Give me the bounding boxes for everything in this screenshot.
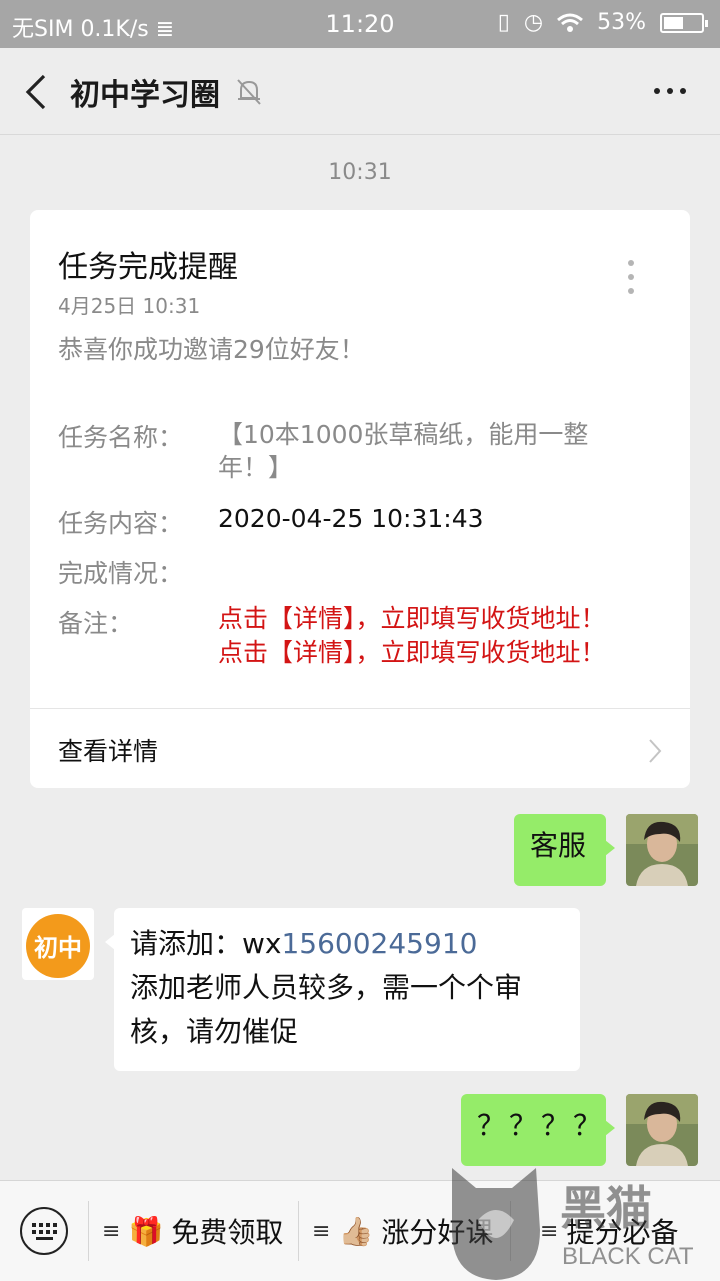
- alarm-icon: ◷: [523, 10, 544, 35]
- chevron-right-icon: [649, 739, 662, 763]
- card-description: 恭喜你成功邀请29位好友！: [58, 335, 365, 364]
- thumbs-up-icon: 👍🏼: [338, 1214, 374, 1248]
- menu-item-free[interactable]: ≡ 🎁 免费领取: [102, 1181, 283, 1281]
- menu-label: 涨分好课: [381, 1216, 494, 1249]
- gift-icon: 🎁: [128, 1214, 164, 1248]
- vibrate-icon: ▯: [497, 10, 510, 35]
- wechat-id-link[interactable]: 15600245910: [281, 927, 477, 960]
- card-divider: [30, 708, 690, 709]
- menu-separator: [298, 1201, 299, 1261]
- menu-item-essentials[interactable]: ≡ 提分必备: [540, 1181, 678, 1281]
- my-avatar-2[interactable]: [626, 1094, 698, 1166]
- chat-header: 初中学习圈: [0, 48, 720, 135]
- task-name-value: 【10本1000张草稿纸，能用一整年！】: [218, 420, 589, 482]
- message-timestamp: 10:31: [328, 160, 392, 185]
- outgoing-message-bubble-2[interactable]: ？？？？: [461, 1094, 615, 1166]
- chat-title: 初中学习圈: [70, 78, 220, 113]
- menu-label: 提分必备: [566, 1216, 679, 1249]
- back-arrow-icon[interactable]: [22, 74, 52, 110]
- keyboard-icon[interactable]: [20, 1207, 68, 1255]
- status-right: ▯ ◷ 53%: [497, 10, 708, 35]
- avatar-text: 初中: [34, 934, 82, 962]
- remark-label: 备注：: [58, 609, 134, 638]
- wifi-icon: [557, 13, 584, 32]
- message-text: ？？？？: [477, 1109, 606, 1142]
- completion-label: 完成情况：: [58, 559, 184, 588]
- bottom-menu-bar: ≡ 🎁 免费领取 ≡ 👍🏼 涨分好课 ≡ 提分必备: [0, 1180, 720, 1281]
- menu-item-courses[interactable]: ≡ 👍🏼 涨分好课: [312, 1181, 493, 1281]
- menu-list-icon: ≡: [540, 1218, 559, 1244]
- outgoing-message-bubble[interactable]: 客服: [514, 814, 615, 886]
- task-name-label: 任务名称：: [58, 423, 184, 452]
- menu-list-icon: ≡: [102, 1218, 121, 1244]
- user-photo-icon: [626, 814, 698, 886]
- status-bar: 无SIM 0.1K/s ≣ 11:20 ▯ ◷ 53%: [0, 0, 720, 48]
- my-avatar[interactable]: [626, 814, 698, 886]
- menu-separator: [510, 1201, 511, 1261]
- task-content-value: 2020-04-25 10:31:43: [218, 504, 484, 533]
- menu-label: 免费领取: [171, 1216, 284, 1249]
- card-date: 4月25日 10:31: [58, 294, 201, 318]
- user-photo-icon: [626, 1094, 698, 1166]
- message-line-1: 请添加：wx15600245910: [130, 922, 564, 966]
- battery-percent: 53%: [597, 10, 646, 35]
- card-title: 任务完成提醒: [58, 250, 238, 285]
- task-content-label: 任务内容：: [58, 509, 184, 538]
- menu-separator: [88, 1201, 89, 1261]
- message-line-2: 添加老师人员较多，需一个个审核，请勿催促: [130, 971, 523, 1048]
- more-options-icon[interactable]: [654, 88, 686, 94]
- message-prefix: 请添加：wx: [130, 927, 282, 960]
- battery-fill: [664, 16, 683, 29]
- remark-value-line-1: 点击【详情】，立即填写收货地址！: [218, 604, 606, 633]
- incoming-message-bubble[interactable]: 请添加：wx15600245910 添加老师人员较多，需一个个审核，请勿催促: [105, 908, 580, 1071]
- remark-value-line-2: 点击【详情】，立即填写收货地址！: [218, 638, 606, 667]
- view-details-link[interactable]: 查看详情: [58, 732, 158, 768]
- message-text: 客服: [530, 829, 587, 862]
- menu-list-icon: ≡: [312, 1218, 331, 1244]
- card-menu-icon[interactable]: [628, 260, 634, 294]
- mute-bell-icon: [237, 79, 261, 105]
- contact-avatar[interactable]: 初中: [22, 908, 94, 980]
- battery-icon: [660, 12, 708, 33]
- task-notification-card[interactable]: 任务完成提醒 4月25日 10:31 恭喜你成功邀请29位好友！ 任务名称： 【…: [30, 210, 690, 788]
